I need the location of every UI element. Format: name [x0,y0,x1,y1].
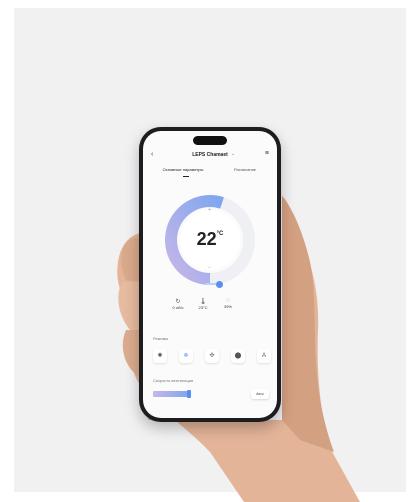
phone-screen: ‹ LEPS Chamaet ⌄ ≡ Основные параметры Ра… [143,131,277,418]
tab-underline [183,176,189,177]
mode-drop-button[interactable]: ⬤ [231,349,245,363]
mode-auto-button[interactable]: A [257,349,271,363]
temperature-value: 22 [196,229,217,249]
device-title[interactable]: LEPS Chamaet [143,152,277,158]
fan-speed-label: Скорость вентиляции [153,378,194,383]
minus-icon[interactable]: − [208,265,211,271]
tab-main-params[interactable]: Основные параметры [153,167,213,172]
stats-row: ↻ 0 об/с 🌡︎ 23°C ◌ 39% [167,298,253,316]
fan-speed-handle[interactable] [187,390,191,398]
stat-temperature: 🌡︎ 23°C [192,298,214,310]
app-header: ‹ LEPS Chamaet ⌄ ≡ [143,149,277,163]
temperature-dial[interactable]: + 22°C − [157,187,263,293]
auto-button[interactable]: Авто [251,389,269,399]
modes-row: ✺ ❄ ✣ ⬤ A [153,349,271,363]
fan-icon: ↻ [175,299,181,305]
temperature-readout: 22°C [157,229,263,250]
toggle-knob [216,281,223,288]
stat-fan: ↻ 0 об/с [167,298,189,310]
menu-icon[interactable]: ≡ [265,150,269,157]
modes-label: Режимы [153,336,169,341]
power-toggle[interactable] [205,281,225,288]
plus-icon[interactable]: + [208,207,211,213]
stat-temperature-value: 23°C [198,305,208,310]
thermometer-icon: 🌡︎ [199,299,207,305]
stat-humidity-value: 39% [223,304,232,309]
dynamic-island [193,136,227,145]
temperature-unit: °C [216,231,224,237]
phone: ‹ LEPS Chamaet ⌄ ≡ Основные параметры Ра… [139,127,281,422]
stat-fan-value: 0 об/с [172,305,184,310]
mode-heat-button[interactable]: ✣ [205,349,219,363]
tab-schedule[interactable]: Расписание [215,167,275,172]
tab-bar: Основные параметры Расписание [149,167,271,177]
mode-snow-button[interactable]: ❄ [179,349,193,363]
stat-humidity: ◌ 39% [217,298,239,309]
chevron-down-icon[interactable]: ⌄ [231,151,235,157]
mode-sun-button[interactable]: ✺ [153,349,167,363]
fan-speed-slider[interactable] [153,391,189,397]
